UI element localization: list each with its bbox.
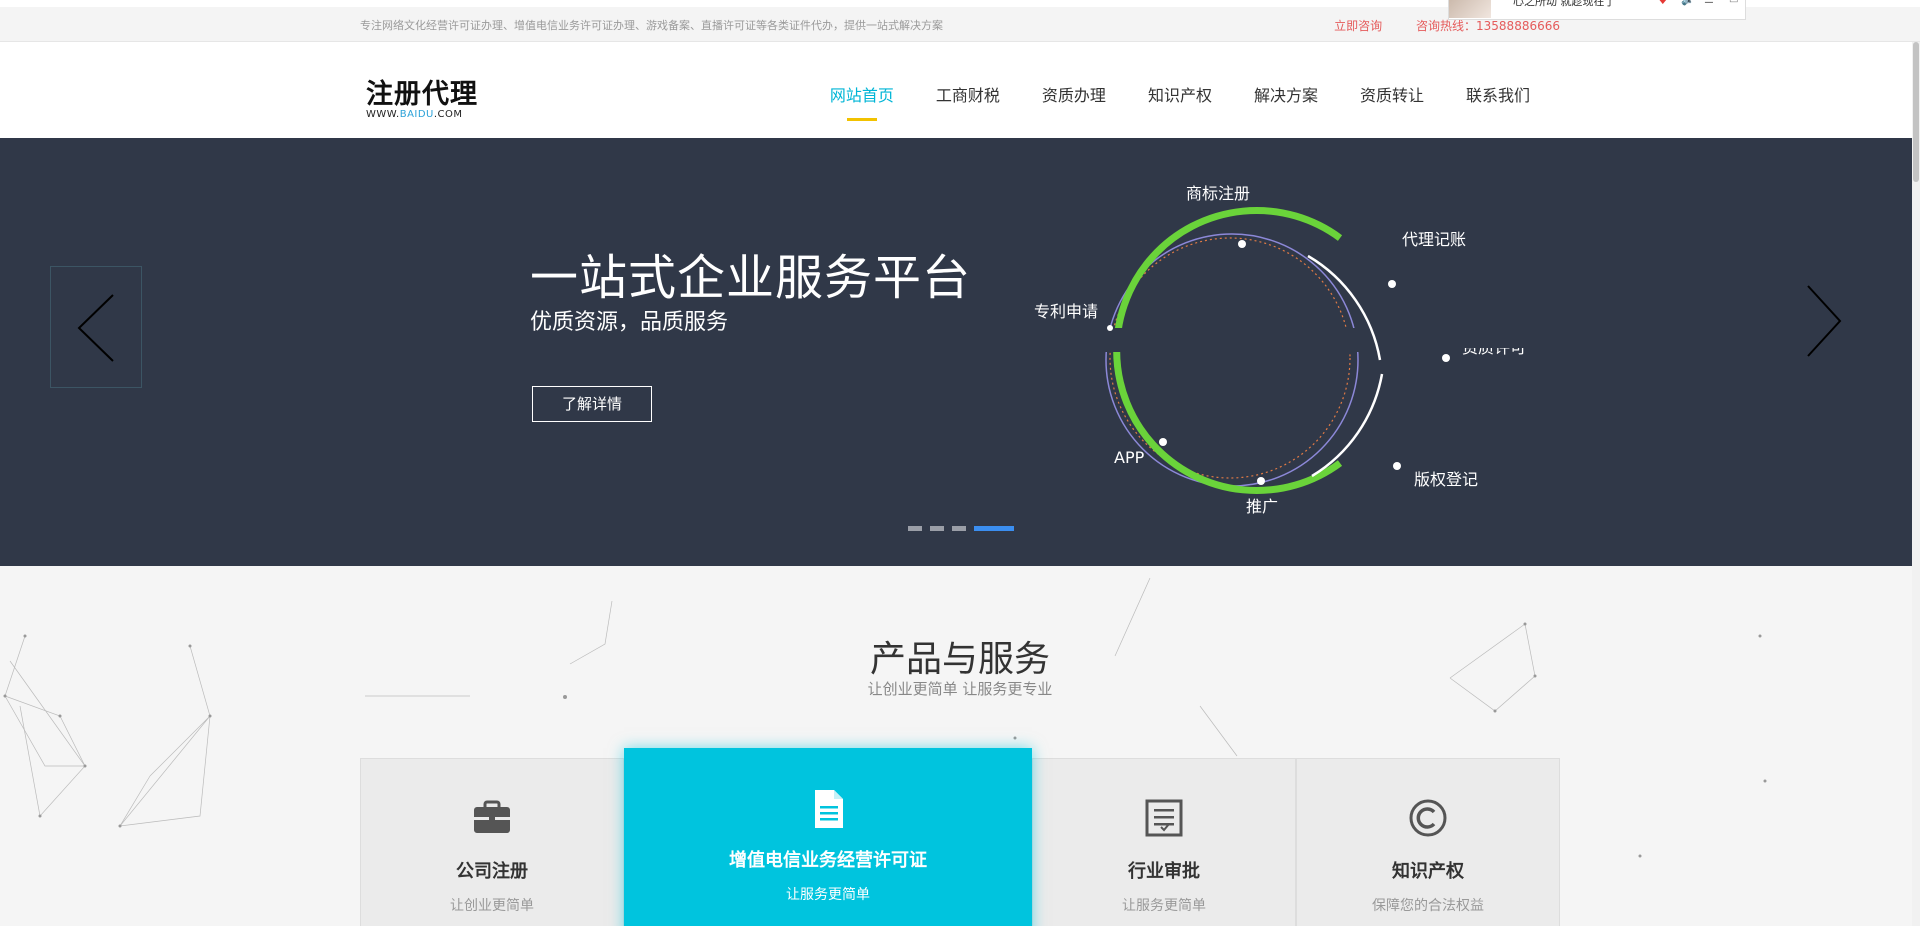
ring-label-license: 资质许可 <box>1462 348 1526 360</box>
slide-dot-active[interactable] <box>974 526 1014 531</box>
products-subtitle: 让创业更简单 让服务更专业 <box>867 680 1053 698</box>
approval-icon <box>1145 799 1183 837</box>
ring-dot <box>1107 325 1113 331</box>
chevron-left-icon <box>77 294 114 362</box>
ring-dot <box>1238 240 1246 248</box>
card-name: 公司注册 <box>456 861 528 882</box>
nav-qualification[interactable]: 资质办理 <box>1042 82 1106 106</box>
document-icon <box>815 790 843 828</box>
prev-slide-button[interactable] <box>50 266 142 388</box>
speaker-icon[interactable]: 🔈 <box>1681 0 1695 6</box>
site-logo[interactable]: 注册代理 WWW.BAIDU.COM <box>366 72 478 120</box>
site-notice: 专注网络文化经营许可证办理、增值电信业务许可证办理、游戏备案、直播许可证等各类证… <box>360 19 943 32</box>
nav-business-tax[interactable]: 工商财税 <box>936 82 1000 106</box>
slide-indicators <box>908 526 1014 531</box>
menu-icon[interactable]: ☰ <box>1704 0 1716 6</box>
next-slide-button[interactable] <box>1790 266 1850 376</box>
service-ring-graphic <box>1090 207 1450 494</box>
ring-dot <box>1159 438 1167 446</box>
ring-dot <box>1442 354 1450 362</box>
chevron-right-icon <box>1807 285 1842 357</box>
consult-link[interactable]: 立即咨询 <box>1334 19 1382 33</box>
popup-text: 心之所动 就趁现在了 <box>1513 0 1616 8</box>
card-desc: 让创业更简单 <box>450 898 534 914</box>
product-card-company-registration[interactable]: 公司注册 让创业更简单 <box>360 758 624 926</box>
nav-contact[interactable]: 联系我们 <box>1466 82 1530 106</box>
nav-ip[interactable]: 知识产权 <box>1148 82 1212 106</box>
banner-subtitle: 优质资源，品质服务 <box>530 310 729 335</box>
ring-label-copyright: 版权登记 <box>1414 470 1479 489</box>
slide-dot[interactable] <box>908 526 922 531</box>
hotline-text: 咨询热线：13588886666 <box>1416 19 1560 33</box>
slide-dot[interactable] <box>930 526 944 531</box>
hero-banner: 一站式企业服务平台 优质资源，品质服务 了解详情 商标注册 代理记账 专利申请 … <box>0 138 1920 566</box>
product-card-industry-approval[interactable]: 行业审批 让服务更简单 <box>1032 758 1296 926</box>
banner-title: 一站式企业服务平台 <box>530 250 972 306</box>
square-icon[interactable]: □ <box>1729 0 1741 5</box>
ring-label-patent: 专利申请 <box>1034 302 1099 321</box>
product-card-telecom-license[interactable]: 增值电信业务经营许可证 让服务更简单 <box>624 748 1032 926</box>
card-name: 行业审批 <box>1128 861 1200 882</box>
ring-label-trademark: 商标注册 <box>1186 184 1251 203</box>
card-name: 知识产权 <box>1392 861 1464 882</box>
ring-label-promotion: 推广 <box>1246 497 1279 516</box>
music-popup[interactable]: 心之所动 就趁现在了 ♥ 🔈 ☰ □ <box>1448 0 1746 20</box>
ring-dot <box>1393 462 1401 470</box>
ring-label-app: APP <box>1114 448 1145 467</box>
popup-thumbnail <box>1449 0 1491 18</box>
products-title: 产品与服务 <box>869 639 1050 680</box>
products-section: 产品与服务 让创业更简单 让服务更专业 公司注册 让创业更简单 增值电信业务经营… <box>0 566 1920 926</box>
card-desc: 让服务更简单 <box>786 887 870 903</box>
site-header: 注册代理 WWW.BAIDU.COM 网站首页 工商财税 资质办理 知识产权 解… <box>0 42 1920 138</box>
slide-dot[interactable] <box>952 526 966 531</box>
page-scrollbar[interactable] <box>1912 42 1920 926</box>
main-nav: 网站首页 工商财税 资质办理 知识产权 解决方案 资质转让 联系我们 <box>788 82 1530 121</box>
logo-url: WWW.BAIDU.COM <box>366 109 463 120</box>
ring-label-accounting: 代理记账 <box>1402 230 1467 249</box>
nav-transfer[interactable]: 资质转让 <box>1360 82 1424 106</box>
ring-dot <box>1257 477 1265 485</box>
nav-home[interactable]: 网站首页 <box>830 82 894 121</box>
product-card-ip[interactable]: 知识产权 保障您的合法权益 <box>1296 758 1560 926</box>
learn-more-button[interactable]: 了解详情 <box>532 386 652 422</box>
nav-solutions[interactable]: 解决方案 <box>1254 82 1318 106</box>
logo-text: 注册代理 <box>366 79 478 110</box>
card-desc: 保障您的合法权益 <box>1372 898 1484 914</box>
card-desc: 让服务更简单 <box>1122 898 1206 914</box>
ring-dot <box>1388 280 1396 288</box>
briefcase-icon <box>474 800 510 833</box>
scrollbar-thumb[interactable] <box>1913 42 1919 182</box>
card-name: 增值电信业务经营许可证 <box>729 850 927 871</box>
copyright-icon <box>1409 799 1447 837</box>
heart-icon[interactable]: ♥ <box>1657 0 1669 8</box>
